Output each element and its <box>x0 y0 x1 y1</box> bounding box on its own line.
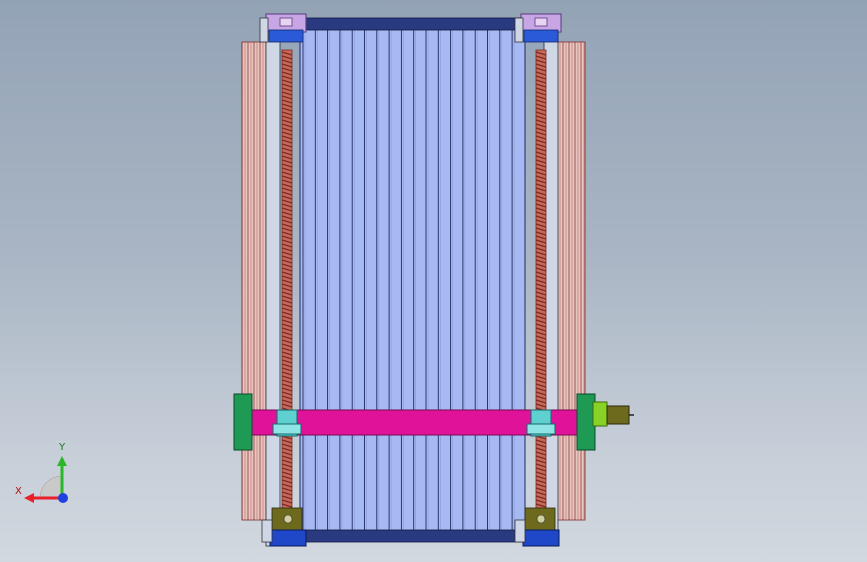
view-orientation-triad[interactable]: X Y <box>14 440 84 510</box>
graphics-viewport[interactable] <box>0 0 867 562</box>
gantry-left-end-block <box>233 393 253 451</box>
bottom-right-block-base <box>522 529 560 547</box>
left-frame-column <box>265 17 281 547</box>
right-screw-nut-flange <box>526 423 556 435</box>
y-axis-arrowhead <box>57 456 67 466</box>
cnc-model-view[interactable] <box>0 0 867 562</box>
gantry-right-end-block <box>576 393 596 451</box>
top-left-mount-bearing <box>268 29 304 43</box>
bottom-right-block-side-plate <box>514 519 526 543</box>
bottom-right-block-shaft <box>536 514 546 524</box>
left-screw-nut-flange <box>272 423 302 435</box>
bed-top-end-bar <box>299 17 526 31</box>
bed-bottom-end-bar <box>299 529 526 543</box>
z-axis-dot <box>58 493 68 503</box>
triad-plane-quadrant <box>39 475 63 499</box>
top-left-mount-side-plate <box>259 17 269 43</box>
top-right-mount-side-plate <box>514 17 524 43</box>
machine-bed <box>299 21 526 541</box>
x-axis-arrowhead <box>24 493 34 503</box>
top-right-mount-bearing <box>523 29 559 43</box>
bottom-left-block-base <box>269 529 307 547</box>
top-left-mount-cap <box>279 17 293 27</box>
gantry-drive-motor <box>606 405 630 425</box>
x-axis-label: X <box>15 486 22 497</box>
y-axis-label: Y <box>59 442 66 453</box>
top-right-mount-cap <box>534 17 548 27</box>
gantry-motor-housing <box>592 401 608 427</box>
bottom-left-block-side-plate <box>261 519 273 543</box>
bottom-left-block-shaft <box>283 514 293 524</box>
